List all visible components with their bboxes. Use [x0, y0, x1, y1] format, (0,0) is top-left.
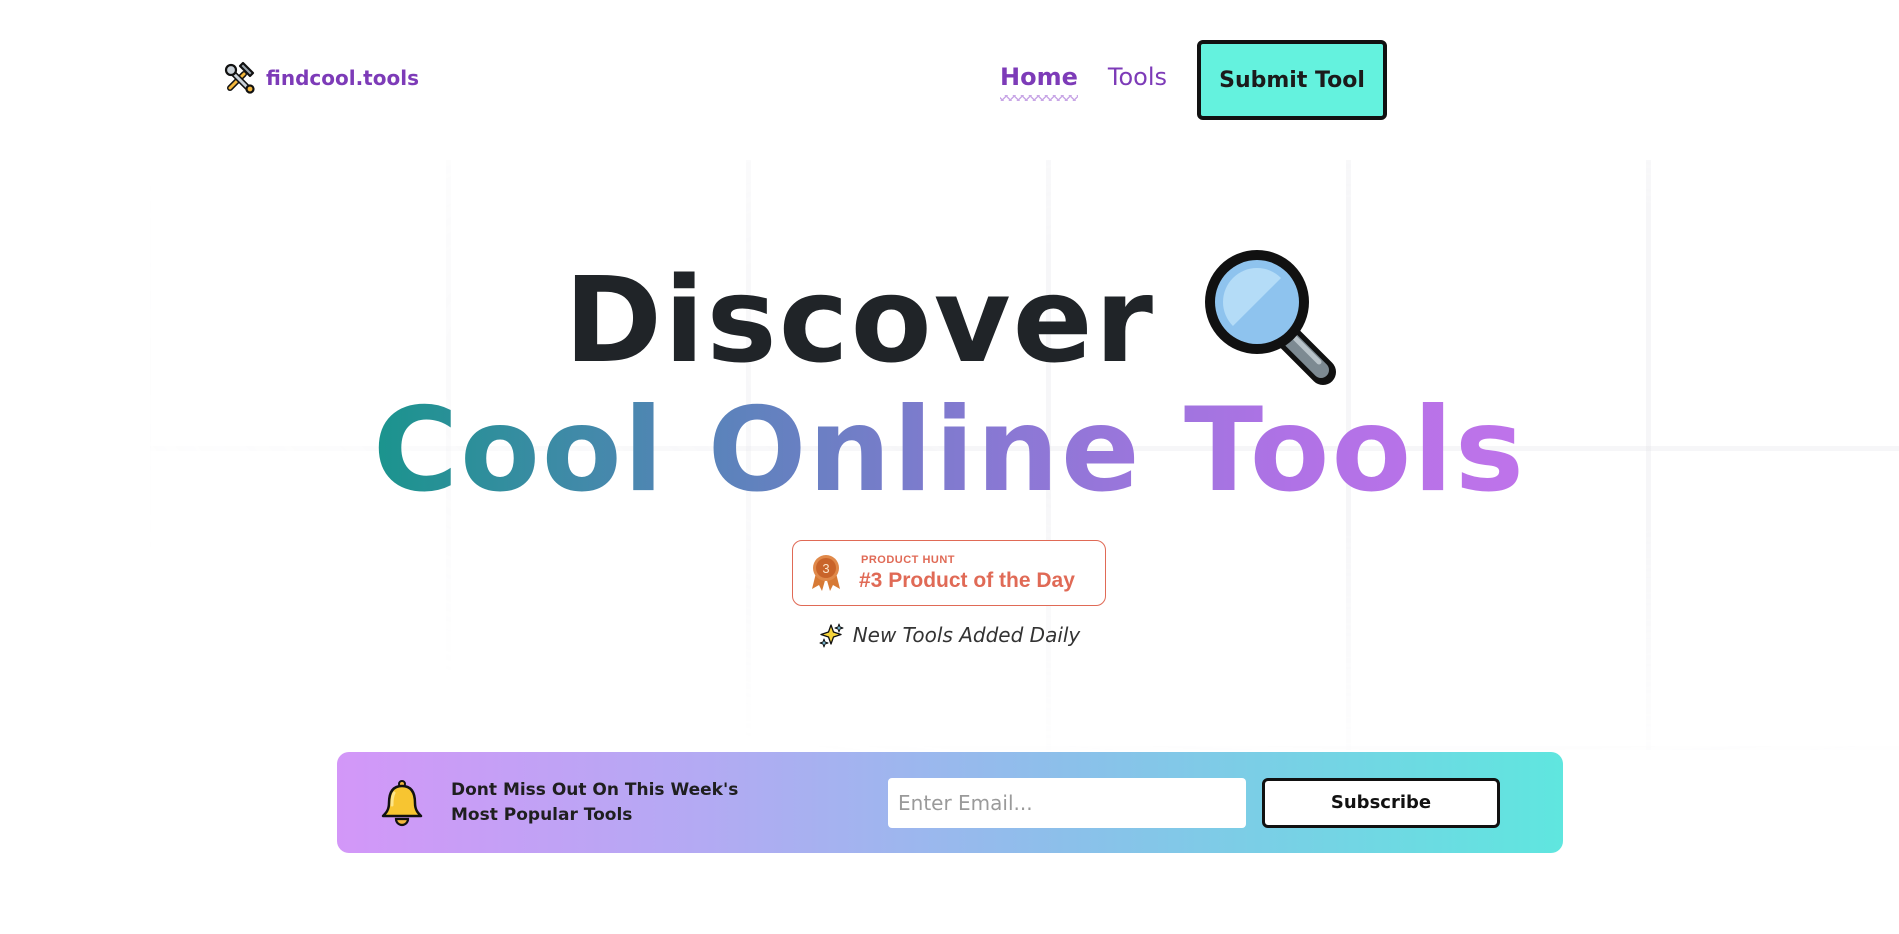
nav-tools[interactable]: Tools	[1108, 65, 1167, 95]
newsletter-line-1: Dont Miss Out On This Week's	[451, 779, 739, 800]
main-nav: Home Tools Submit Tool	[1000, 40, 1387, 120]
hero-line-1: Discover	[10, 250, 1899, 390]
hero-title-discover: Discover	[564, 251, 1155, 389]
product-hunt-label: PRODUCT HUNT	[861, 553, 955, 566]
email-input[interactable]	[888, 777, 1246, 828]
magnifying-glass-icon	[1204, 250, 1336, 385]
bell-icon	[381, 779, 423, 826]
subscribe-button[interactable]: Subscribe	[1262, 777, 1500, 828]
tagline: New Tools Added Daily	[0, 622, 1899, 648]
hero: Discover Cool Online Tools	[0, 250, 1899, 512]
logo-link[interactable]: findcool.tools	[222, 60, 419, 96]
hero-title-cool-online-tools: Cool Online Tools	[373, 383, 1526, 518]
newsletter-line-2: Most Popular Tools	[451, 804, 633, 825]
product-hunt-rank: #3 Product of the Day	[859, 568, 1075, 592]
nav-home[interactable]: Home	[1000, 65, 1078, 101]
sparkles-icon	[819, 623, 844, 648]
tagline-text: New Tools Added Daily	[852, 623, 1081, 647]
hero-line-2-wrap: Cool Online Tools	[0, 390, 1899, 512]
product-hunt-text: PRODUCT HUNT #3 Product of the Day	[859, 554, 1075, 593]
product-hunt-badge[interactable]: 3 PRODUCT HUNT #3 Product of the Day	[792, 540, 1106, 606]
medal-number: 3	[822, 561, 829, 576]
medal-icon: 3	[812, 555, 840, 591]
newsletter-banner: Dont Miss Out On This Week's Most Popula…	[337, 752, 1563, 853]
newsletter-text: Dont Miss Out On This Week's Most Popula…	[451, 778, 741, 828]
site-header: findcool.tools Home Tools Submit Tool	[0, 0, 1899, 160]
logo-text: findcool.tools	[266, 66, 419, 90]
hammer-wrench-icon	[224, 61, 255, 94]
submit-tool-button[interactable]: Submit Tool	[1197, 40, 1387, 120]
